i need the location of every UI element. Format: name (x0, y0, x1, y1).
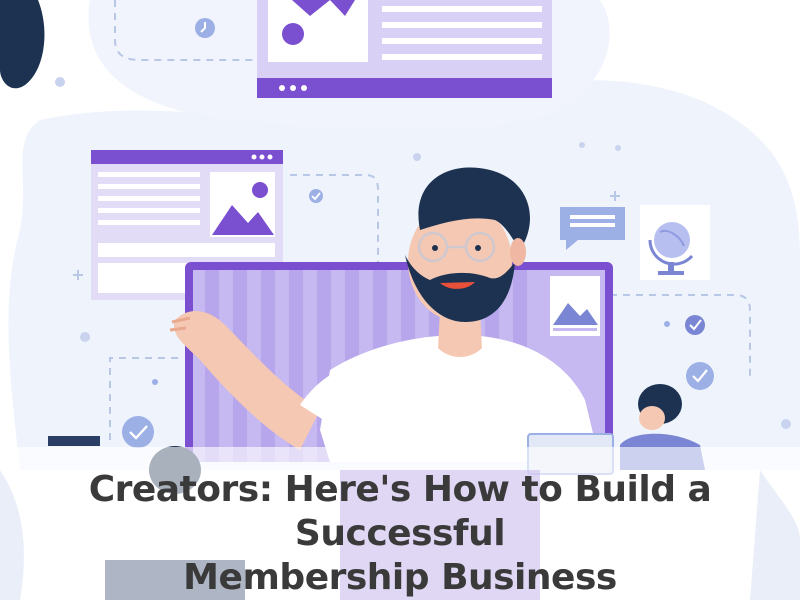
globe-icon (654, 222, 690, 258)
headline-line-1: Creators: Here's How to Build a Successf… (88, 469, 712, 554)
hero-banner: Creators: Here's How to Build a Successf… (0, 0, 800, 600)
headline-line-2: Membership Business (183, 557, 617, 598)
check-icon (309, 189, 323, 203)
headline: Creators: Here's How to Build a Successf… (0, 468, 800, 600)
